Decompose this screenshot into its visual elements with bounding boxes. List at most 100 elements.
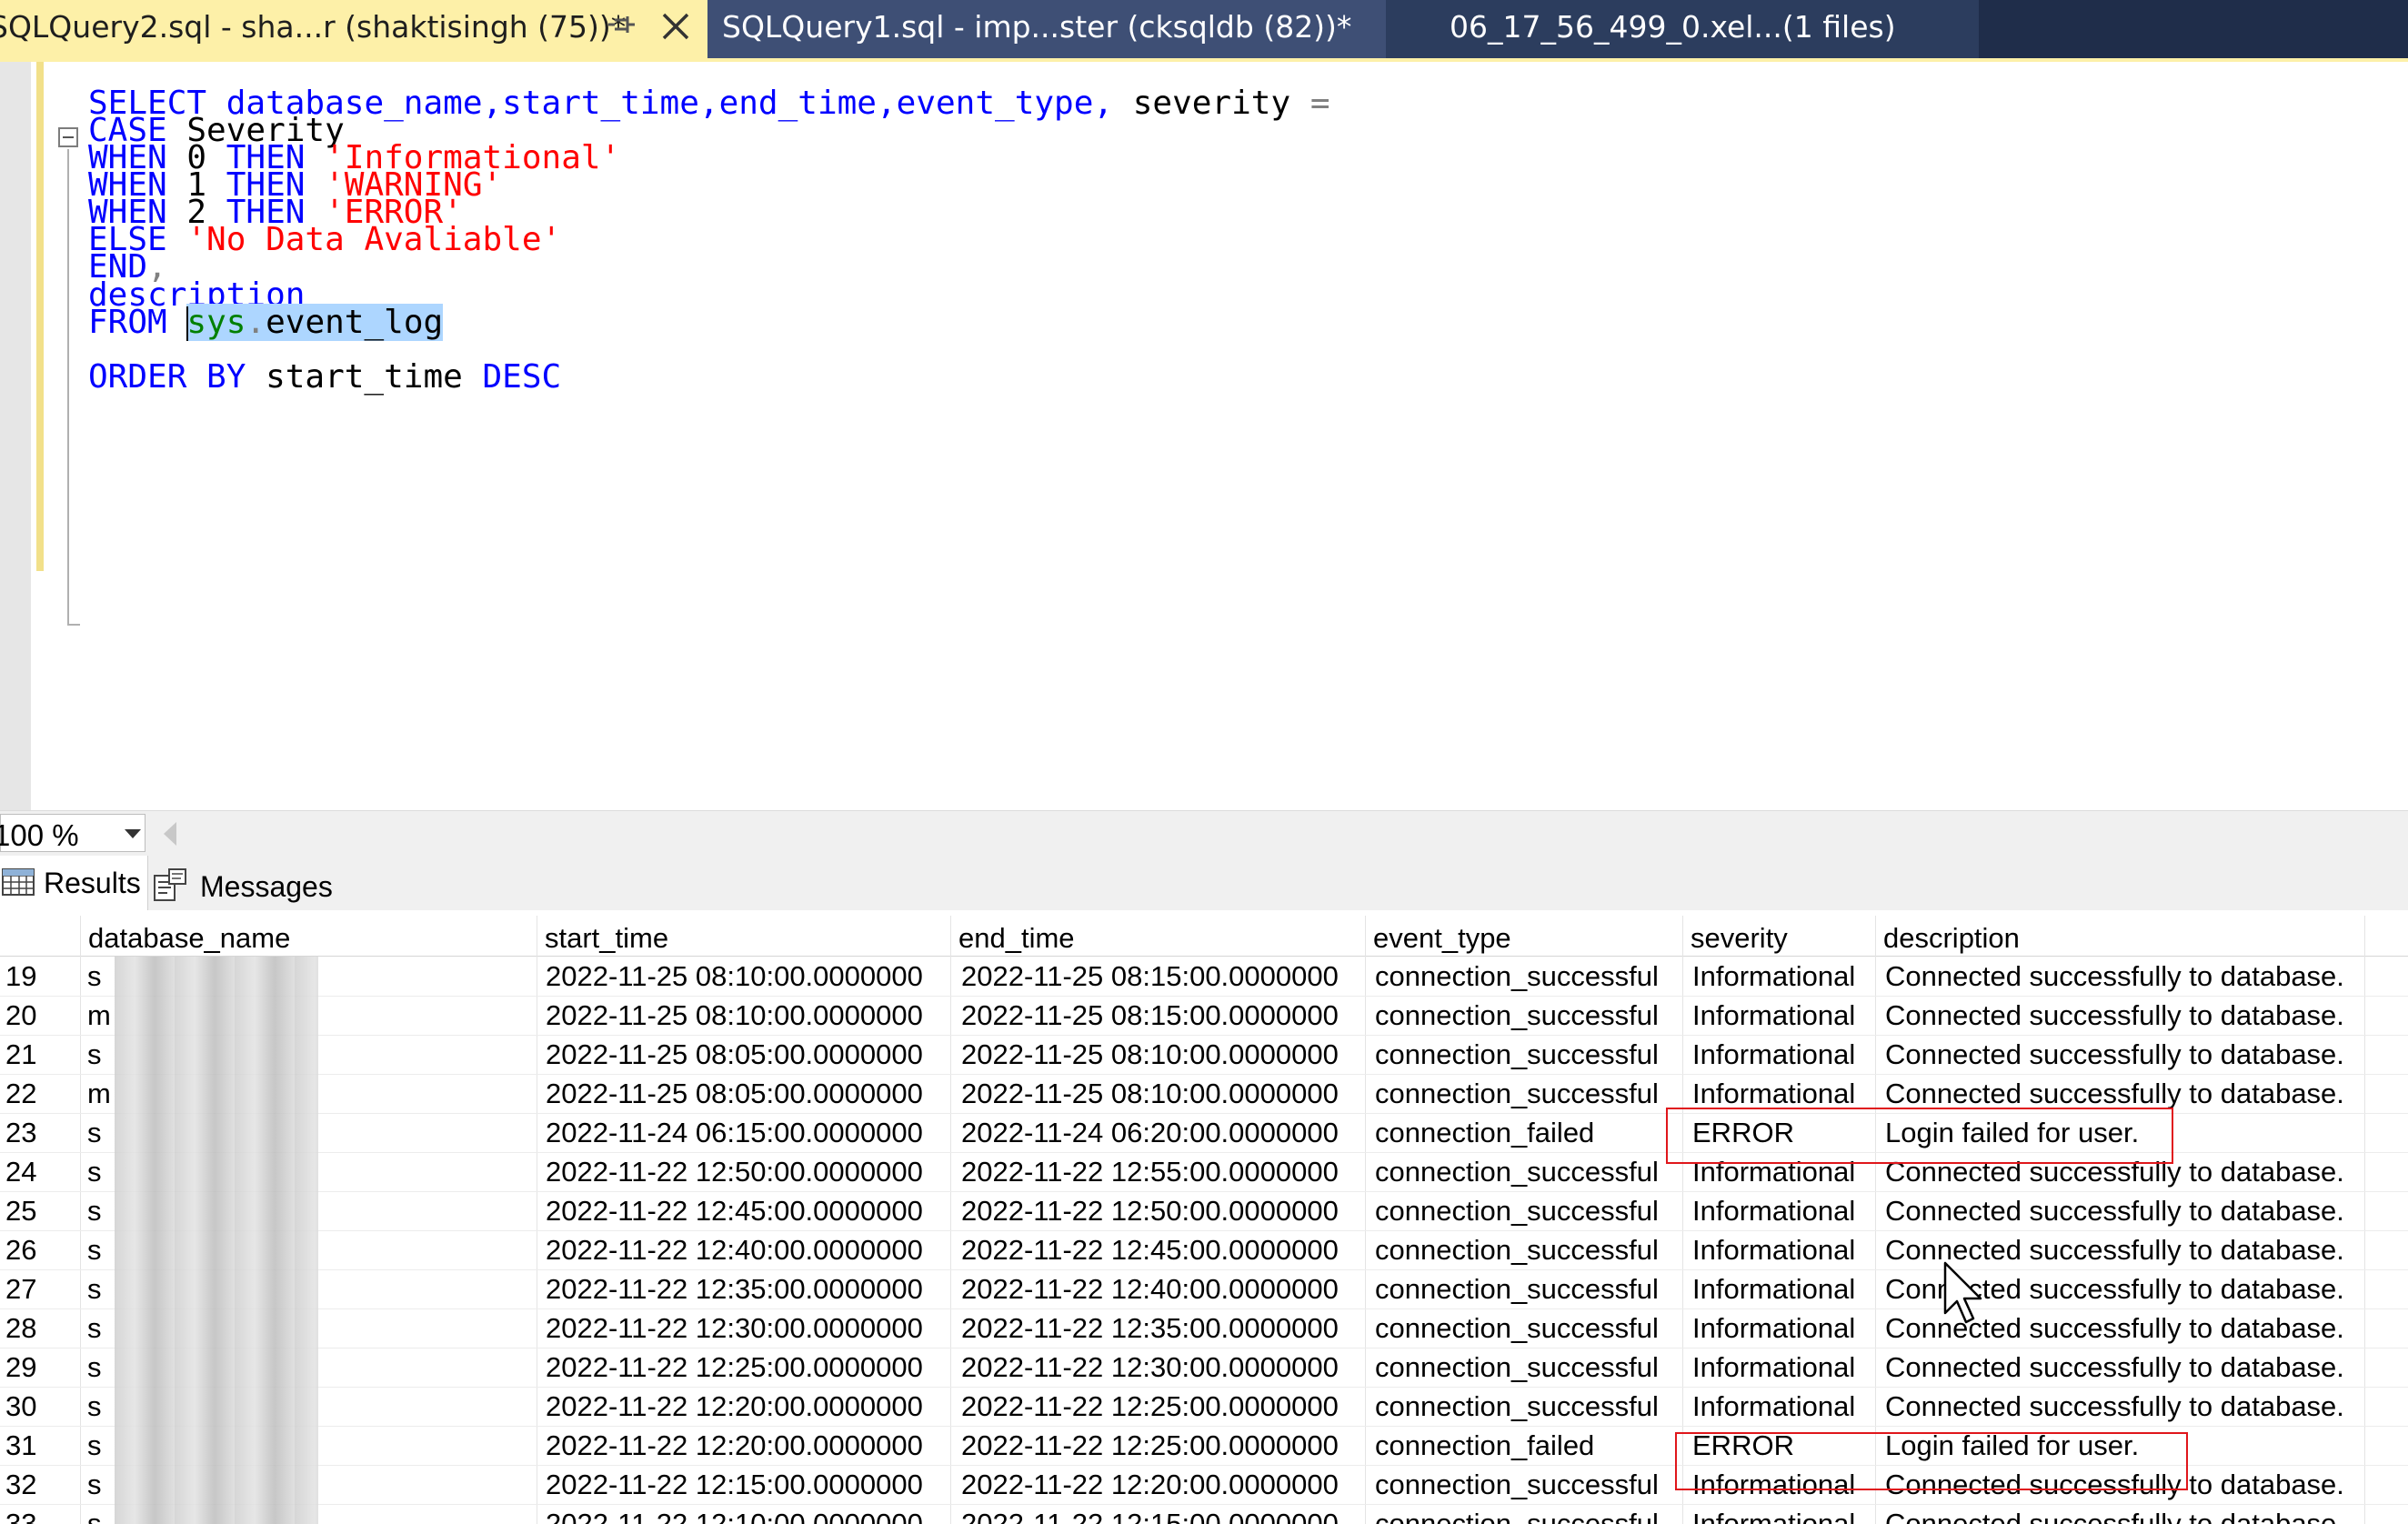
tab-messages-label: Messages — [200, 870, 333, 903]
column-header-start-time[interactable]: start_time — [537, 916, 950, 956]
cell-text: s — [87, 1195, 102, 1227]
cell-description: Connected successfully to database. — [1885, 960, 2344, 992]
tab-xel-file[interactable]: 06_17_56_499_0.xel...(1 files) — [1386, 0, 1979, 58]
cell-severity: Informational — [1692, 1038, 1856, 1070]
row-number: 31 — [5, 1429, 37, 1461]
cell-end-time: 2022-11-22 12:20:00.0000000 — [961, 1469, 1339, 1500]
cell-database-name: s — [87, 1152, 324, 1191]
cell-start-time: 2022-11-25 08:05:00.0000000 — [546, 1078, 923, 1109]
row-number: 33 — [5, 1508, 37, 1524]
cell-database-name: s — [87, 1035, 324, 1074]
cell-start-time: 2022-11-22 12:15:00.0000000 — [546, 1469, 923, 1500]
cell-database-name: m — [87, 996, 324, 1035]
cell-text: s — [87, 960, 102, 992]
cell-end-time: 2022-11-25 08:15:00.0000000 — [961, 960, 1339, 992]
table-row[interactable]: 30 s 2022-11-22 12:20:00.0000000 2022-11-22… — [0, 1387, 2408, 1427]
table-row[interactable]: 33 s 2022-11-22 12:10:00.0000000 2022-11-22… — [0, 1504, 2408, 1524]
column-header-database-name[interactable]: database_name — [80, 916, 535, 956]
cell-event-type: connection_successful — [1375, 1390, 1659, 1422]
cell-end-time: 2022-11-22 12:35:00.0000000 — [961, 1312, 1339, 1344]
operator-equals: = — [1309, 85, 1330, 122]
cell-text: s — [87, 1429, 102, 1461]
results-grid[interactable]: database_name start_time end_time event_… — [0, 916, 2408, 1524]
cell-database-name: s — [87, 957, 324, 996]
cell-text: s — [87, 1469, 102, 1500]
cell-event-type: connection_successful — [1375, 1351, 1659, 1383]
cell-end-time: 2022-11-22 12:15:00.0000000 — [961, 1508, 1339, 1524]
cell-text: m — [87, 1078, 111, 1109]
redacted-area — [115, 1113, 318, 1152]
keyword-desc: DESC — [482, 358, 562, 396]
keyword-order-by: ORDER BY — [88, 358, 246, 396]
cell-event-type: connection_successful — [1375, 1312, 1659, 1344]
redacted-area — [115, 1426, 318, 1465]
keyword-from: FROM — [88, 304, 167, 341]
cell-start-time: 2022-11-22 12:50:00.0000000 — [546, 1156, 923, 1188]
cell-text: s — [87, 1038, 102, 1070]
cell-event-type: connection_successful — [1375, 1078, 1659, 1109]
redacted-area — [115, 996, 318, 1035]
redacted-area — [115, 1074, 318, 1113]
highlight-box-error-row-31 — [1675, 1432, 2188, 1490]
column-header-end-time[interactable]: end_time — [950, 916, 1365, 956]
cell-database-name: s — [87, 1348, 324, 1387]
tab-strip-empty — [1979, 0, 2408, 58]
collapse-icon[interactable] — [58, 127, 78, 147]
tab-messages[interactable]: Messages — [153, 856, 353, 910]
redacted-area — [115, 1035, 318, 1074]
cell-database-name: m — [87, 1074, 324, 1113]
chevron-down-icon[interactable] — [125, 829, 141, 838]
cell-event-type: connection_successful — [1375, 1156, 1659, 1188]
cell-severity: Informational — [1692, 1508, 1856, 1524]
row-number: 24 — [5, 1156, 37, 1188]
schema-name: sys — [186, 304, 246, 341]
cell-severity: Informational — [1692, 1312, 1856, 1344]
row-number: 25 — [5, 1195, 37, 1227]
tab-sqlquery1[interactable]: SQLQuery1.sql - imp...ster (cksqldb (82)… — [707, 0, 1386, 58]
pin-icon[interactable] — [607, 11, 638, 42]
cell-severity: Informational — [1692, 1351, 1856, 1383]
query-editor[interactable]: SELECT database_name,start_time,end_time… — [0, 62, 2408, 810]
table-row[interactable]: 28 s 2022-11-22 12:30:00.0000000 2022-11-22… — [0, 1308, 2408, 1349]
table-row[interactable]: 26 s 2022-11-22 12:40:00.0000000 2022-11-22… — [0, 1230, 2408, 1270]
row-number: 29 — [5, 1351, 37, 1383]
outline-line — [67, 149, 69, 626]
column-header-event-type[interactable]: event_type — [1365, 916, 1682, 956]
cell-severity: Informational — [1692, 1390, 1856, 1422]
cell-start-time: 2022-11-25 08:10:00.0000000 — [546, 960, 923, 992]
cell-event-type: connection_failed — [1375, 1429, 1595, 1461]
order-column: start_time — [246, 358, 483, 396]
cell-text: s — [87, 1234, 102, 1266]
grid-header: database_name start_time end_time event_… — [0, 916, 2408, 957]
table-row[interactable]: 29 s 2022-11-22 12:25:00.0000000 2022-11-22… — [0, 1348, 2408, 1388]
cell-database-name: s — [87, 1504, 324, 1524]
cell-start-time: 2022-11-22 12:35:00.0000000 — [546, 1273, 923, 1305]
cell-description: Connected successfully to database. — [1885, 1195, 2344, 1227]
row-number: 26 — [5, 1234, 37, 1266]
cell-database-name: s — [87, 1308, 324, 1348]
column-header-severity[interactable]: severity — [1682, 916, 1875, 956]
cell-database-name: s — [87, 1191, 324, 1230]
zoom-dropdown[interactable]: 100 % — [0, 814, 145, 852]
table-row[interactable]: 27 s 2022-11-22 12:35:00.0000000 2022-11-22… — [0, 1269, 2408, 1309]
scroll-left-icon[interactable] — [164, 822, 176, 846]
cell-event-type: connection_successful — [1375, 1038, 1659, 1070]
row-number: 19 — [5, 960, 37, 992]
tab-results[interactable]: Results — [0, 856, 148, 910]
tab-results-label: Results — [44, 867, 141, 899]
tab-sqlquery2[interactable]: SQLQuery2.sql - sha...r (shaktisingh (75… — [0, 0, 707, 58]
table-row[interactable]: 25 s 2022-11-22 12:45:00.0000000 2022-11-22… — [0, 1191, 2408, 1231]
text-caret — [186, 306, 189, 341]
redacted-area — [115, 1387, 318, 1426]
cell-text: s — [87, 1312, 102, 1344]
cell-description: Connected successfully to database. — [1885, 999, 2344, 1031]
cell-database-name: s — [87, 1387, 324, 1426]
table-row[interactable]: 20 m 2022-11-25 08:10:00.0000000 2022-11-25… — [0, 996, 2408, 1036]
close-icon[interactable] — [658, 9, 693, 44]
table-row[interactable]: 21 s 2022-11-25 08:05:00.0000000 2022-11-25… — [0, 1035, 2408, 1075]
redacted-area — [115, 1465, 318, 1504]
table-row[interactable]: 19 s 2022-11-25 08:10:00.0000000 2022-11-25… — [0, 957, 2408, 997]
column-header-description[interactable]: description — [1875, 916, 2408, 956]
cell-text: s — [87, 1508, 102, 1524]
cell-end-time: 2022-11-22 12:25:00.0000000 — [961, 1429, 1339, 1461]
